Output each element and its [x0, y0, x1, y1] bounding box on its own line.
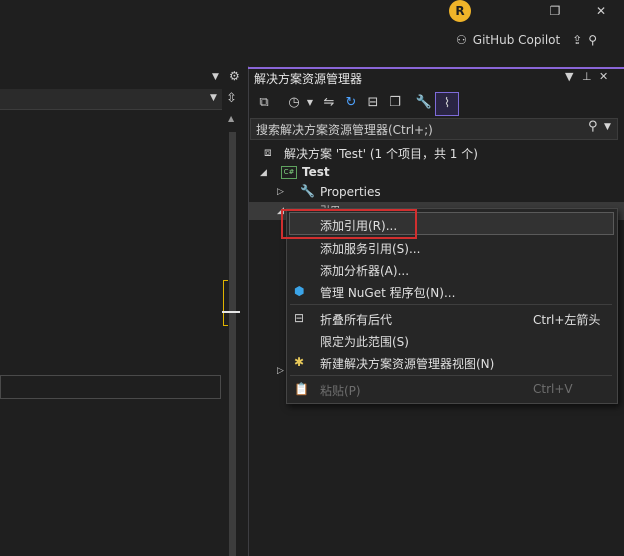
copilot-icon: ⚇	[456, 33, 467, 47]
scroll-up-icon[interactable]: ▲	[228, 114, 234, 123]
panel-menu-icon[interactable]: ▼	[565, 70, 573, 83]
editor-navigation-bar[interactable]	[0, 89, 222, 110]
collapse-arrow-icon[interactable]: ▷	[277, 366, 284, 376]
menu-shortcut-paste: Ctrl+V	[533, 382, 573, 396]
collapse-icon: ⊟	[294, 311, 305, 325]
refresh-icon[interactable]: ↻	[342, 92, 360, 114]
show-all-files-icon[interactable]: ❐	[386, 92, 404, 114]
switch-views-icon[interactable]: ⧉	[255, 92, 273, 114]
menu-label-new-explorer-view: 新建解决方案资源管理器视图(N)	[320, 357, 495, 371]
share-icon[interactable]: ⇪	[572, 33, 582, 47]
pin-icon[interactable]: ⊥	[582, 70, 592, 83]
highlight-annotation-box	[281, 209, 417, 239]
menu-label-scope-to-this: 限定为此范围(S)	[320, 335, 409, 349]
properties-wrench-icon[interactable]: 🔧	[415, 92, 433, 114]
history-icon[interactable]: ◷	[285, 92, 303, 114]
tree-item-project[interactable]: Test	[302, 165, 330, 179]
caret-position-marker	[222, 311, 240, 313]
copilot-label: GitHub Copilot	[472, 33, 561, 47]
new-view-icon: ✱	[294, 355, 305, 369]
preview-selected-icon[interactable]: ⌇	[435, 92, 459, 116]
search-placeholder: 搜索解决方案资源管理器(Ctrl+;)	[256, 123, 433, 137]
solution-explorer-title: 解决方案资源管理器	[254, 72, 363, 86]
github-copilot-button[interactable]: ⚇ GitHub Copilot ⇪ ⚲	[456, 30, 603, 50]
user-avatar[interactable]: R	[449, 0, 471, 22]
csharp-project-icon: C#	[281, 166, 297, 179]
tree-item-properties[interactable]: Properties	[320, 185, 381, 199]
code-editor[interactable]	[0, 110, 224, 556]
restore-window-button[interactable]: ❐	[544, 2, 566, 20]
menu-label-collapse-all: 折叠所有后代	[320, 313, 393, 327]
title-bar	[0, 0, 624, 24]
close-window-button[interactable]: ✕	[590, 2, 612, 20]
chevron-down-icon[interactable]: ▼	[212, 72, 219, 82]
scrollbar-thumb[interactable]	[229, 132, 236, 556]
wrench-icon: 🔧	[300, 184, 315, 198]
menu-label-add-service-reference: 添加服务引用(S)...	[320, 242, 421, 256]
solution-icon: ⧈	[264, 145, 272, 159]
expand-arrow-icon[interactable]: ◢	[260, 168, 267, 178]
editor-input-box[interactable]	[0, 375, 221, 399]
nuget-icon: ⬢	[294, 284, 305, 298]
chevron-down-icon[interactable]: ▼	[604, 122, 611, 132]
collapse-all-icon[interactable]: ⊟	[364, 92, 382, 114]
menu-shortcut-collapse-all: Ctrl+左箭头	[533, 313, 601, 327]
chevron-down-icon[interactable]: ▼	[210, 93, 217, 103]
menu-label-manage-nuget: 管理 NuGet 程序包(N)...	[320, 286, 456, 300]
close-icon[interactable]: ✕	[599, 70, 608, 83]
sync-icon[interactable]: ⇋	[320, 92, 338, 114]
menu-label-paste: 粘贴(P)	[320, 384, 361, 398]
paste-icon: 📋	[294, 382, 309, 396]
feedback-icon[interactable]: ⚲	[588, 33, 597, 47]
scrollbar-marker	[223, 280, 228, 326]
tree-item-solution[interactable]: 解决方案 'Test' (1 个项目，共 1 个)	[284, 145, 478, 162]
gear-icon[interactable]: ⚙	[229, 69, 240, 83]
chevron-down-icon[interactable]: ▼	[304, 92, 316, 114]
menu-separator	[290, 375, 612, 376]
search-icon[interactable]: ⚲	[588, 119, 598, 134]
split-editor-icon[interactable]: ⇳	[226, 91, 237, 106]
menu-separator	[290, 304, 612, 305]
collapse-arrow-icon[interactable]: ▷	[277, 187, 284, 197]
menu-label-add-analyzer: 添加分析器(A)...	[320, 264, 410, 278]
